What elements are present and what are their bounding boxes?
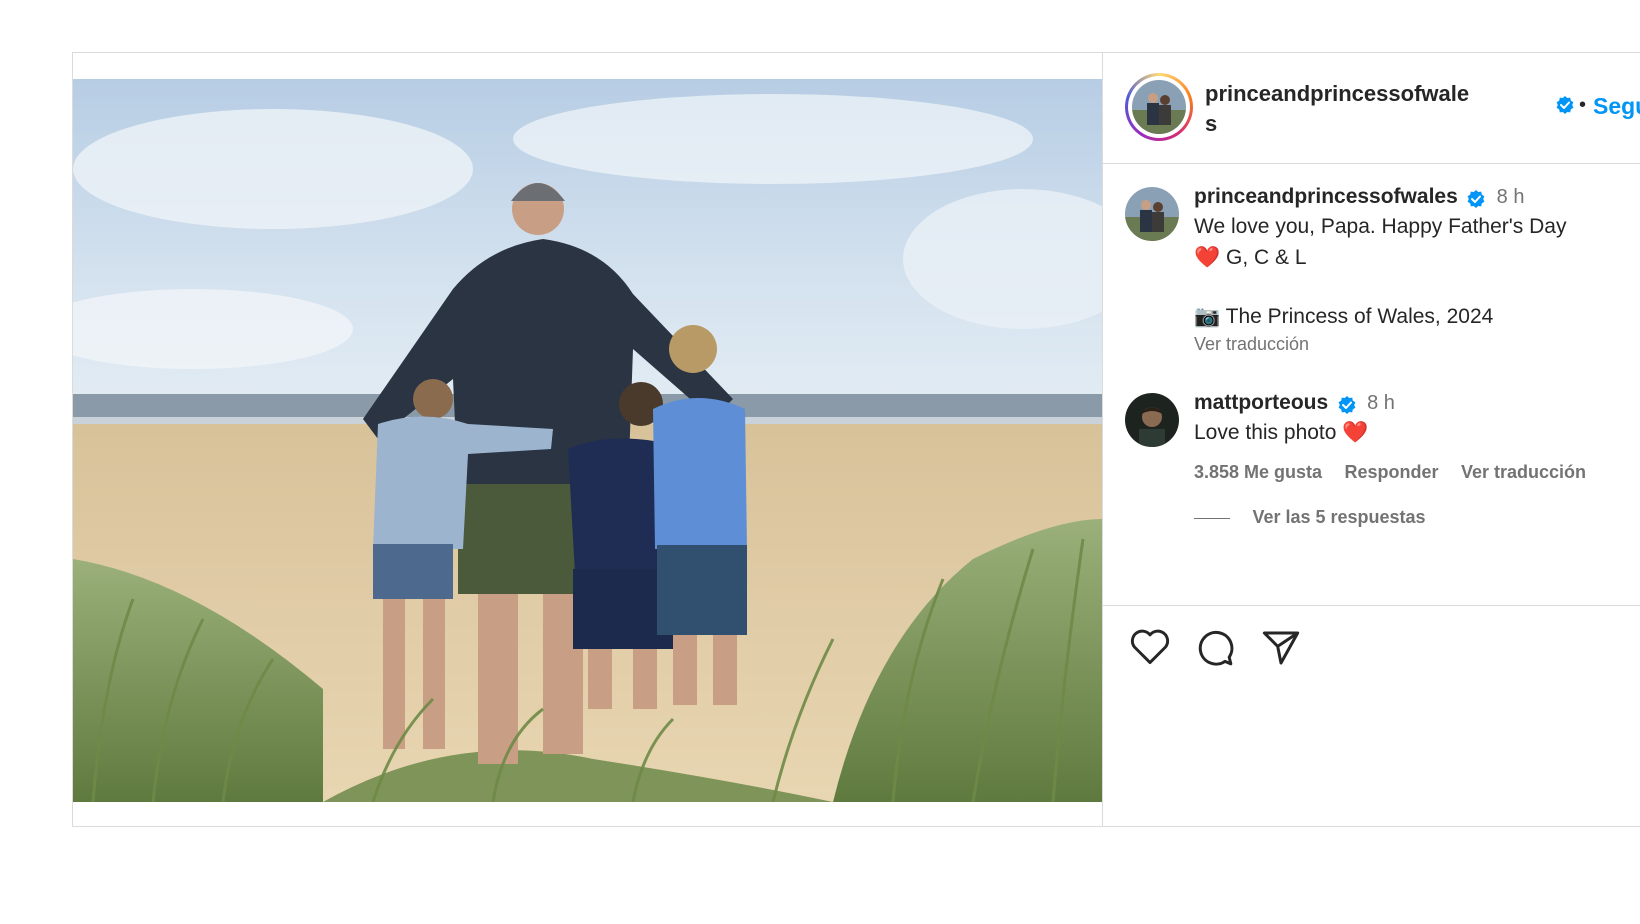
red-heart-emoji: ❤️ — [1194, 246, 1221, 269]
follow-button[interactable]: Seguir — [1593, 93, 1640, 120]
avatar[interactable] — [1132, 80, 1186, 134]
comments-section: princeandprincessofwales 8 h We love you… — [1103, 165, 1640, 605]
view-replies-link[interactable]: Ver las 5 respuestas — [1252, 507, 1425, 527]
verified-badge-icon — [1467, 189, 1485, 208]
replies-divider — [1194, 518, 1230, 520]
caption-signature: G, C & L — [1226, 246, 1307, 269]
caption-time[interactable]: 8 h — [1497, 186, 1525, 208]
header-username[interactable]: princeandprincessofwales — [1205, 79, 1470, 139]
post-media — [73, 53, 1103, 826]
red-heart-emoji: ❤️ — [1342, 421, 1369, 444]
story-ring[interactable] — [1125, 73, 1193, 141]
post-side-panel: princeandprincessofwales • Seguir ••• — [1103, 53, 1640, 826]
verified-badge-icon — [1556, 96, 1574, 114]
verified-badge-icon — [1338, 395, 1356, 414]
instagram-post: princeandprincessofwales • Seguir ••• — [72, 52, 1640, 827]
caption-translate-link[interactable]: Ver traducción — [1194, 334, 1640, 355]
comment-username[interactable]: mattporteous — [1194, 391, 1328, 414]
comment-time[interactable]: 8 h — [1367, 392, 1395, 414]
comment-text: Love this photo — [1194, 421, 1337, 444]
post-header: princeandprincessofwales • Seguir ••• — [1103, 53, 1640, 164]
comment-likes[interactable]: 3.858 Me gusta — [1194, 462, 1322, 482]
photo-credit: The Princess of Wales, 2024 — [1225, 305, 1494, 328]
heart-icon[interactable] — [1129, 628, 1171, 666]
comment-translate-link[interactable]: Ver traducción — [1461, 462, 1586, 482]
avatar[interactable] — [1125, 187, 1179, 241]
avatar[interactable] — [1125, 393, 1179, 447]
caption-username[interactable]: princeandprincessofwales — [1194, 185, 1458, 208]
paper-plane-icon[interactable] — [1261, 628, 1301, 668]
action-bar — [1103, 605, 1640, 705]
camera-emoji: 📷 — [1194, 305, 1221, 328]
caption-text: We love you, Papa. Happy Father's Day — [1194, 215, 1567, 238]
comment-icon[interactable] — [1195, 628, 1235, 668]
header-separator: • — [1579, 94, 1587, 116]
post-photo[interactable] — [73, 79, 1103, 802]
reply-button[interactable]: Responder — [1345, 462, 1439, 482]
